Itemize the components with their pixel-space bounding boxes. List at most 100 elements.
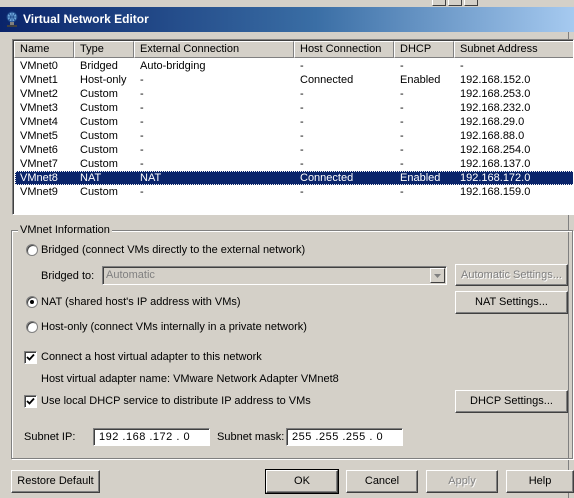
cell-type: Custom (80, 144, 118, 156)
checkmark-icon (26, 353, 35, 361)
cell-host-connection: - (300, 60, 304, 72)
cell-subnet-address: 192.168.152.0 (460, 74, 531, 86)
cell-dhcp: - (400, 130, 404, 142)
cell-name: VMnet3 (20, 102, 58, 114)
cell-external-connection: - (140, 158, 144, 170)
column-header-subnet-address[interactable]: Subnet Address (454, 41, 573, 58)
subnet-ip-field[interactable]: 192 .168 .172 . 0 (93, 428, 210, 446)
cell-subnet-address: 192.168.88.0 (460, 130, 525, 142)
dhcp-settings-button[interactable]: DHCP Settings... (455, 390, 568, 413)
use-dhcp-label[interactable]: Use local DHCP service to distribute IP … (41, 395, 311, 408)
cell-dhcp: Enabled (400, 74, 441, 86)
cell-external-connection: NAT (140, 172, 162, 184)
network-list[interactable]: Name Type External Connection Host Conne… (12, 39, 574, 215)
cell-name: VMnet8 (20, 172, 58, 184)
nat-settings-button[interactable]: NAT Settings... (455, 291, 568, 314)
cell-type: Custom (80, 102, 118, 114)
network-row-vmnet4[interactable]: VMnet4 Custom - - - 192.168.29.0 (15, 115, 573, 129)
cell-host-connection: Connected (300, 74, 354, 86)
network-row-vmnet8-selected[interactable]: VMnet8 NAT NAT Connected Enabled 192.168… (15, 171, 573, 185)
cell-type: Host-only (80, 74, 127, 86)
cell-type: Custom (80, 116, 118, 128)
cell-host-connection: - (300, 144, 304, 156)
nat-radio-label[interactable]: NAT (shared host's IP address with VMs) (41, 296, 241, 309)
cell-host-connection: - (300, 116, 304, 128)
cell-subnet-address: 192.168.232.0 (460, 102, 531, 114)
title-bar[interactable]: Virtual Network Editor (0, 7, 574, 32)
cell-name: VMnet6 (20, 144, 58, 156)
bridged-radio[interactable] (26, 244, 38, 256)
cell-dhcp: - (400, 144, 404, 156)
host-only-radio-label[interactable]: Host-only (connect VMs internally in a p… (41, 321, 307, 334)
dropdown-arrow-icon[interactable] (430, 268, 445, 283)
cell-name: VMnet0 (20, 60, 58, 72)
connect-host-adapter-label[interactable]: Connect a host virtual adapter to this n… (41, 351, 262, 364)
cell-name: VMnet7 (20, 158, 58, 170)
cell-external-connection: - (140, 116, 144, 128)
cell-external-connection: - (140, 102, 144, 114)
cell-dhcp: - (400, 60, 404, 72)
cell-name: VMnet5 (20, 130, 58, 142)
cell-external-connection: - (140, 88, 144, 100)
cell-type: Custom (80, 130, 118, 142)
network-row-vmnet7[interactable]: VMnet7 Custom - - - 192.168.137.0 (15, 157, 573, 171)
cell-dhcp: - (400, 102, 404, 114)
cell-type: Custom (80, 158, 118, 170)
background-window-minimize-icon (432, 0, 446, 6)
use-dhcp-checkbox[interactable] (24, 395, 37, 408)
cell-subnet-address: 192.168.29.0 (460, 116, 525, 128)
background-window-maximize-icon (448, 0, 462, 6)
cell-name: VMnet9 (20, 186, 58, 198)
network-row-vmnet6[interactable]: VMnet6 Custom - - - 192.168.254.0 (15, 143, 573, 157)
cell-dhcp: - (400, 186, 404, 198)
cell-external-connection: - (140, 144, 144, 156)
bridged-to-value: Automatic (106, 269, 155, 281)
cancel-button[interactable]: Cancel (346, 470, 418, 493)
ok-button[interactable]: OK (265, 469, 339, 494)
network-globe-icon (4, 11, 20, 27)
bridged-to-label: Bridged to: (41, 270, 95, 282)
cell-host-connection: - (300, 88, 304, 100)
cell-external-connection: Auto-bridging (140, 60, 206, 72)
cell-name: VMnet1 (20, 74, 58, 86)
cell-host-connection: Connected (300, 172, 354, 184)
cell-external-connection: - (140, 130, 144, 142)
host-only-radio[interactable] (26, 321, 38, 333)
background-window-close-icon (464, 0, 478, 6)
network-row-vmnet3[interactable]: VMnet3 Custom - - - 192.168.232.0 (15, 101, 573, 115)
cell-host-connection: - (300, 186, 304, 198)
cell-external-connection: - (140, 186, 144, 198)
radio-selected-dot-icon (30, 300, 34, 304)
checkmark-icon (26, 397, 35, 405)
network-row-vmnet2[interactable]: VMnet2 Custom - - - 192.168.253.0 (15, 87, 573, 101)
cell-dhcp: Enabled (400, 172, 441, 184)
connect-host-adapter-checkbox[interactable] (24, 351, 37, 364)
column-header-dhcp[interactable]: DHCP (394, 41, 454, 58)
column-header-host-connection[interactable]: Host Connection (294, 41, 394, 58)
cell-subnet-address: 192.168.159.0 (460, 186, 531, 198)
cell-dhcp: - (400, 116, 404, 128)
cell-type: Custom (80, 88, 118, 100)
cell-name: VMnet2 (20, 88, 58, 100)
column-header-external-connection[interactable]: External Connection (134, 41, 294, 58)
automatic-settings-button[interactable]: Automatic Settings... (455, 264, 568, 286)
bridged-to-dropdown[interactable]: Automatic (102, 266, 447, 285)
nat-radio[interactable] (26, 296, 38, 308)
network-row-vmnet9[interactable]: VMnet9 Custom - - - 192.168.159.0 (15, 185, 573, 199)
cell-dhcp: - (400, 158, 404, 170)
apply-button[interactable]: Apply (426, 470, 498, 493)
cell-subnet-address: 192.168.137.0 (460, 158, 531, 170)
column-header-type[interactable]: Type (74, 41, 134, 58)
restore-default-button[interactable]: Restore Default (11, 470, 100, 493)
column-header-name[interactable]: Name (14, 41, 74, 58)
network-row-vmnet1[interactable]: VMnet1 Host-only - Connected Enabled 192… (15, 73, 573, 87)
network-row-vmnet5[interactable]: VMnet5 Custom - - - 192.168.88.0 (15, 129, 573, 143)
cell-host-connection: - (300, 158, 304, 170)
network-row-vmnet0[interactable]: VMnet0 Bridged Auto-bridging - - - (15, 59, 573, 73)
host-adapter-name-text: Host virtual adapter name: VMware Networ… (41, 373, 339, 385)
subnet-mask-label: Subnet mask: (217, 431, 285, 443)
subnet-mask-field[interactable]: 255 .255 .255 . 0 (286, 428, 403, 446)
help-button[interactable]: Help (506, 470, 574, 493)
bridged-radio-label[interactable]: Bridged (connect VMs directly to the ext… (41, 244, 305, 257)
window-title: Virtual Network Editor (23, 12, 149, 26)
